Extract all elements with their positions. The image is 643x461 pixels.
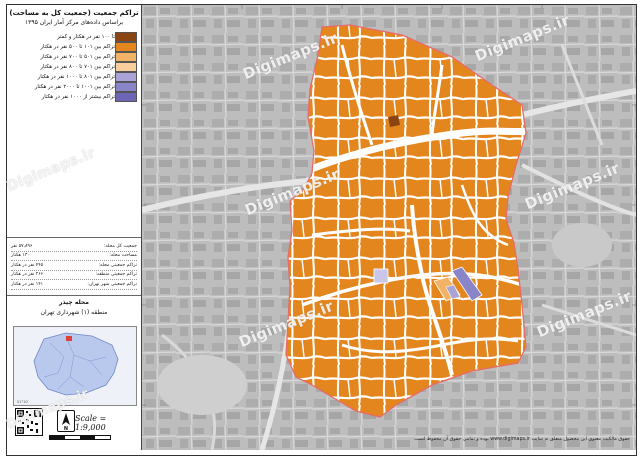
legend-panel: تراکم جمعیت (جمعیت کل به مساحت) براساس د… — [7, 5, 142, 450]
north-arrow-icon: N — [57, 410, 75, 432]
stat-label: تراکم جمعیتی شهر تهران: — [87, 281, 137, 287]
stat-value: ۴۴۵ نفر در هکتار — [11, 262, 44, 268]
svg-text:N: N — [64, 426, 68, 431]
legend-swatch — [115, 31, 137, 42]
legend-swatch — [115, 71, 137, 82]
panel-title: تراکم جمعیت (جمعیت کل به مساحت) — [9, 9, 139, 17]
low-density-parcel[interactable] — [388, 115, 400, 127]
stat-row: ۴۴۵ نفر در هکتار تراکم جمعیتی محله: — [11, 261, 137, 271]
location-marker — [66, 336, 72, 341]
legend-item-label: تراکم بین ۸۰۱ تا ۱۰۰۰ نفر در هکتار — [37, 73, 115, 80]
legend-item-label: تا ۱۰۰ نفر در هکتار و کمتر — [57, 33, 115, 40]
legend-item: تراکم بین ۱۰۱ تا ۵۰۰ نفر در هکتار — [11, 41, 137, 52]
legend-item-label: تراکم بیشتر از ۱۰۰۰ نفر در هکتار — [41, 93, 115, 100]
district-name: منطقه (۱) شهرداری تهران — [40, 309, 108, 316]
stat-row: ۵۷,۸۹۶ نفر جمعیت کل محله: — [11, 242, 137, 252]
legend-swatch — [115, 41, 137, 52]
legend-item-label: تراکم بین ۱۰۰۱ تا ۲۰۰۰ نفر در هکتار — [34, 83, 115, 90]
legend-item: تراکم بین ۷۰۱ تا ۸۰۰ نفر در هکتار — [11, 61, 137, 72]
neighborhood-name: محله چیذر — [59, 299, 89, 306]
park-area — [552, 223, 612, 267]
legend-item-label: تراکم بین ۷۰۱ تا ۸۰۰ نفر در هکتار — [40, 63, 116, 70]
legend-item: تراکم بیشتر از ۱۰۰۰ نفر در هکتار — [11, 91, 137, 102]
stat-label: جمعیت کل محله: — [103, 243, 137, 249]
stat-row: ۱۴۱ نفر در هکتار تراکم جمعیتی شهر تهران: — [11, 280, 137, 290]
map-svg[interactable] — [142, 5, 636, 450]
map-canvas[interactable]: Digimaps.ir Digimaps.ir Digimaps.ir Digi… — [142, 5, 636, 450]
stat-label: تراکم جمعیتی محله: — [98, 262, 137, 268]
park-area — [157, 355, 247, 415]
stat-row: ۲۶۶ نفر در هکتار تراکم جمعیتی منطقه: — [11, 271, 137, 280]
stat-label: تراکم جمعیتی منطقه: — [95, 272, 137, 278]
legend-swatch — [115, 51, 137, 62]
legend-item-label: تراکم بین ۵۰۱ تا ۷۰۰ نفر در هکتار — [40, 53, 116, 60]
legend: تا ۱۰۰ نفر در هکتار و کمتر تراکم بین ۱۰۱ … — [11, 31, 137, 102]
scale-bar — [49, 435, 111, 440]
copyright-notice: حقوق مالکیت معنوی این محصول متعلق به سای… — [413, 437, 630, 442]
high-density-parcel[interactable] — [373, 268, 389, 284]
stat-value: ۵۷,۸۹۶ نفر — [11, 243, 33, 249]
legend-item-label: تراکم بین ۱۰۱ تا ۵۰۰ نفر در هکتار — [40, 43, 116, 50]
divider — [7, 295, 141, 296]
legend-item: تراکم بین ۸۰۱ تا ۱۰۰۰ نفر در هکتار — [11, 71, 137, 82]
legend-swatch — [115, 61, 137, 72]
panel-subtitle: براساس داده‌های مرکز آمار ایران ۱۳۹۵ — [24, 19, 124, 26]
tehran-boundary — [33, 332, 119, 396]
legend-swatch — [115, 91, 137, 102]
stat-value: ۱۳۰ هکتار — [11, 253, 30, 259]
map-scale: Scale = 1:9,000 — [75, 414, 107, 432]
divider — [7, 237, 141, 238]
stat-value: ۱۴۱ نفر در هکتار — [11, 281, 44, 287]
stat-label: مساحت محله: — [109, 253, 137, 259]
legend-item: تراکم بین ۱۰۰۱ تا ۲۰۰۰ نفر در هکتار — [11, 81, 137, 92]
legend-item: تا ۱۰۰ نفر در هکتار و کمتر — [11, 31, 137, 42]
stat-row: ۱۳۰ هکتار مساحت محله: — [11, 252, 137, 261]
stats-table: ۵۷,۸۹۶ نفر جمعیت کل محله: ۱۳۰ هکتار مساحت م… — [11, 242, 137, 290]
stat-value: ۲۶۶ نفر در هکتار — [11, 272, 44, 278]
inset-tick: 51°10′ — [17, 400, 29, 404]
legend-swatch — [115, 81, 137, 92]
legend-item: تراکم بین ۵۰۱ تا ۷۰۰ نفر در هکتار — [11, 51, 137, 62]
